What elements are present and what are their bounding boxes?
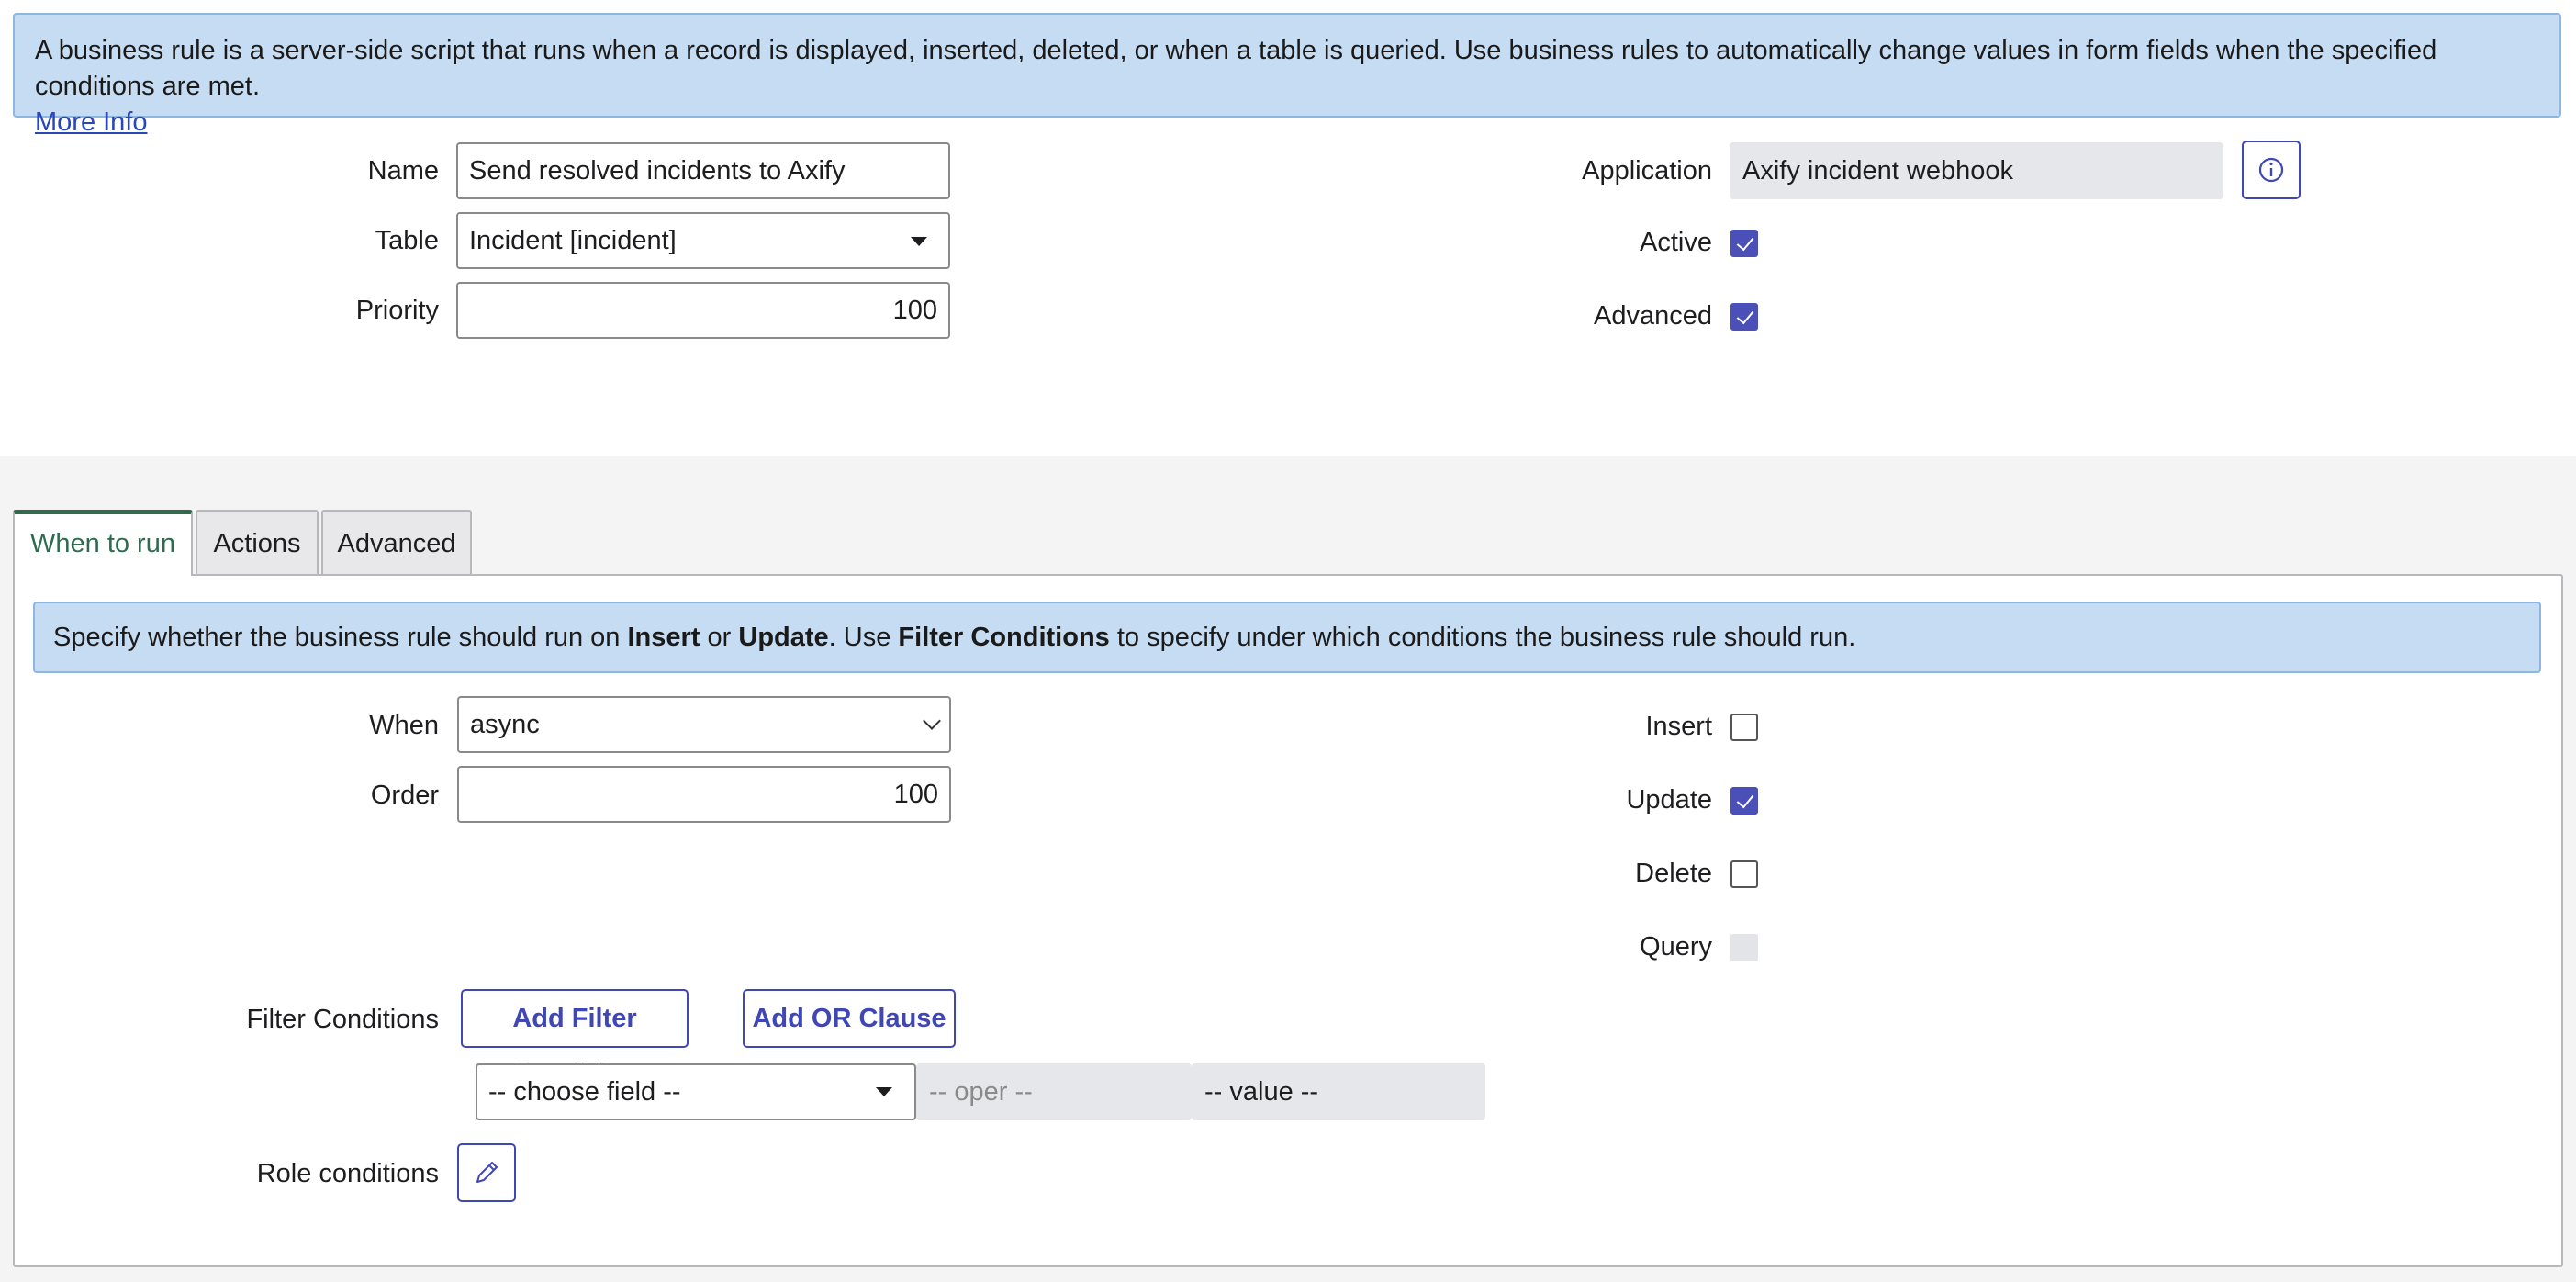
- filter-conditions-label: Filter Conditions: [246, 1005, 439, 1034]
- query-checkbox: [1730, 934, 1758, 962]
- table-select-value: Incident [incident]: [469, 226, 677, 255]
- pencil-icon: [476, 1162, 498, 1183]
- info-banner: A business rule is a server-side script …: [13, 13, 2561, 137]
- application-field: Axify incident webhook: [1730, 142, 2223, 199]
- choose-field-select[interactable]: -- choose field --: [476, 1063, 916, 1120]
- table-label: Table: [375, 226, 439, 255]
- query-label: Query: [1640, 932, 1712, 962]
- active-label: Active: [1640, 228, 1712, 257]
- advanced-checkbox[interactable]: [1730, 303, 1758, 331]
- caret-down-icon: [876, 1087, 892, 1096]
- priority-field[interactable]: 100: [456, 282, 950, 339]
- update-label: Update: [1626, 785, 1712, 815]
- tab-when-to-run[interactable]: When to run: [13, 510, 193, 576]
- when-to-run-banner: Specify whether the business rule should…: [33, 602, 2541, 673]
- add-filter-condition-button[interactable]: Add Filter Condition: [461, 989, 689, 1088]
- caret-down-icon: [911, 237, 927, 246]
- advanced-label: Advanced: [1594, 301, 1712, 331]
- insert-label: Insert: [1645, 712, 1712, 741]
- info-text: A business rule is a server-side script …: [35, 36, 2437, 101]
- when-select[interactable]: async: [457, 696, 951, 753]
- add-or-clause-button[interactable]: Add OR Clause: [743, 989, 956, 1048]
- priority-label: Priority: [355, 296, 439, 325]
- role-conditions-label: Role conditions: [256, 1159, 439, 1188]
- operator-select: -- oper --: [916, 1063, 1192, 1120]
- order-field[interactable]: 100: [457, 766, 951, 823]
- delete-label: Delete: [1635, 859, 1712, 888]
- table-select[interactable]: Incident [incident]: [456, 212, 950, 269]
- when-select-value: async: [470, 710, 540, 739]
- tab-actions[interactable]: Actions: [196, 510, 319, 576]
- tab-advanced[interactable]: Advanced: [321, 510, 472, 576]
- order-label: Order: [370, 781, 439, 810]
- name-label: Name: [367, 156, 439, 186]
- update-checkbox[interactable]: [1730, 787, 1758, 815]
- delete-checkbox[interactable]: [1730, 860, 1758, 888]
- when-label: When: [369, 711, 439, 740]
- active-checkbox[interactable]: [1730, 230, 1758, 257]
- more-info-link[interactable]: More Info: [35, 107, 148, 137]
- application-label: Application: [1582, 156, 1712, 186]
- name-field[interactable]: Send resolved incidents to Axify: [456, 142, 950, 199]
- insert-checkbox[interactable]: [1730, 714, 1758, 741]
- edit-role-conditions-button[interactable]: [457, 1143, 516, 1202]
- value-field: -- value --: [1192, 1063, 1485, 1120]
- info-button[interactable]: [2242, 141, 2301, 199]
- choose-field-value: -- choose field --: [488, 1077, 681, 1107]
- info-icon: [2258, 157, 2284, 183]
